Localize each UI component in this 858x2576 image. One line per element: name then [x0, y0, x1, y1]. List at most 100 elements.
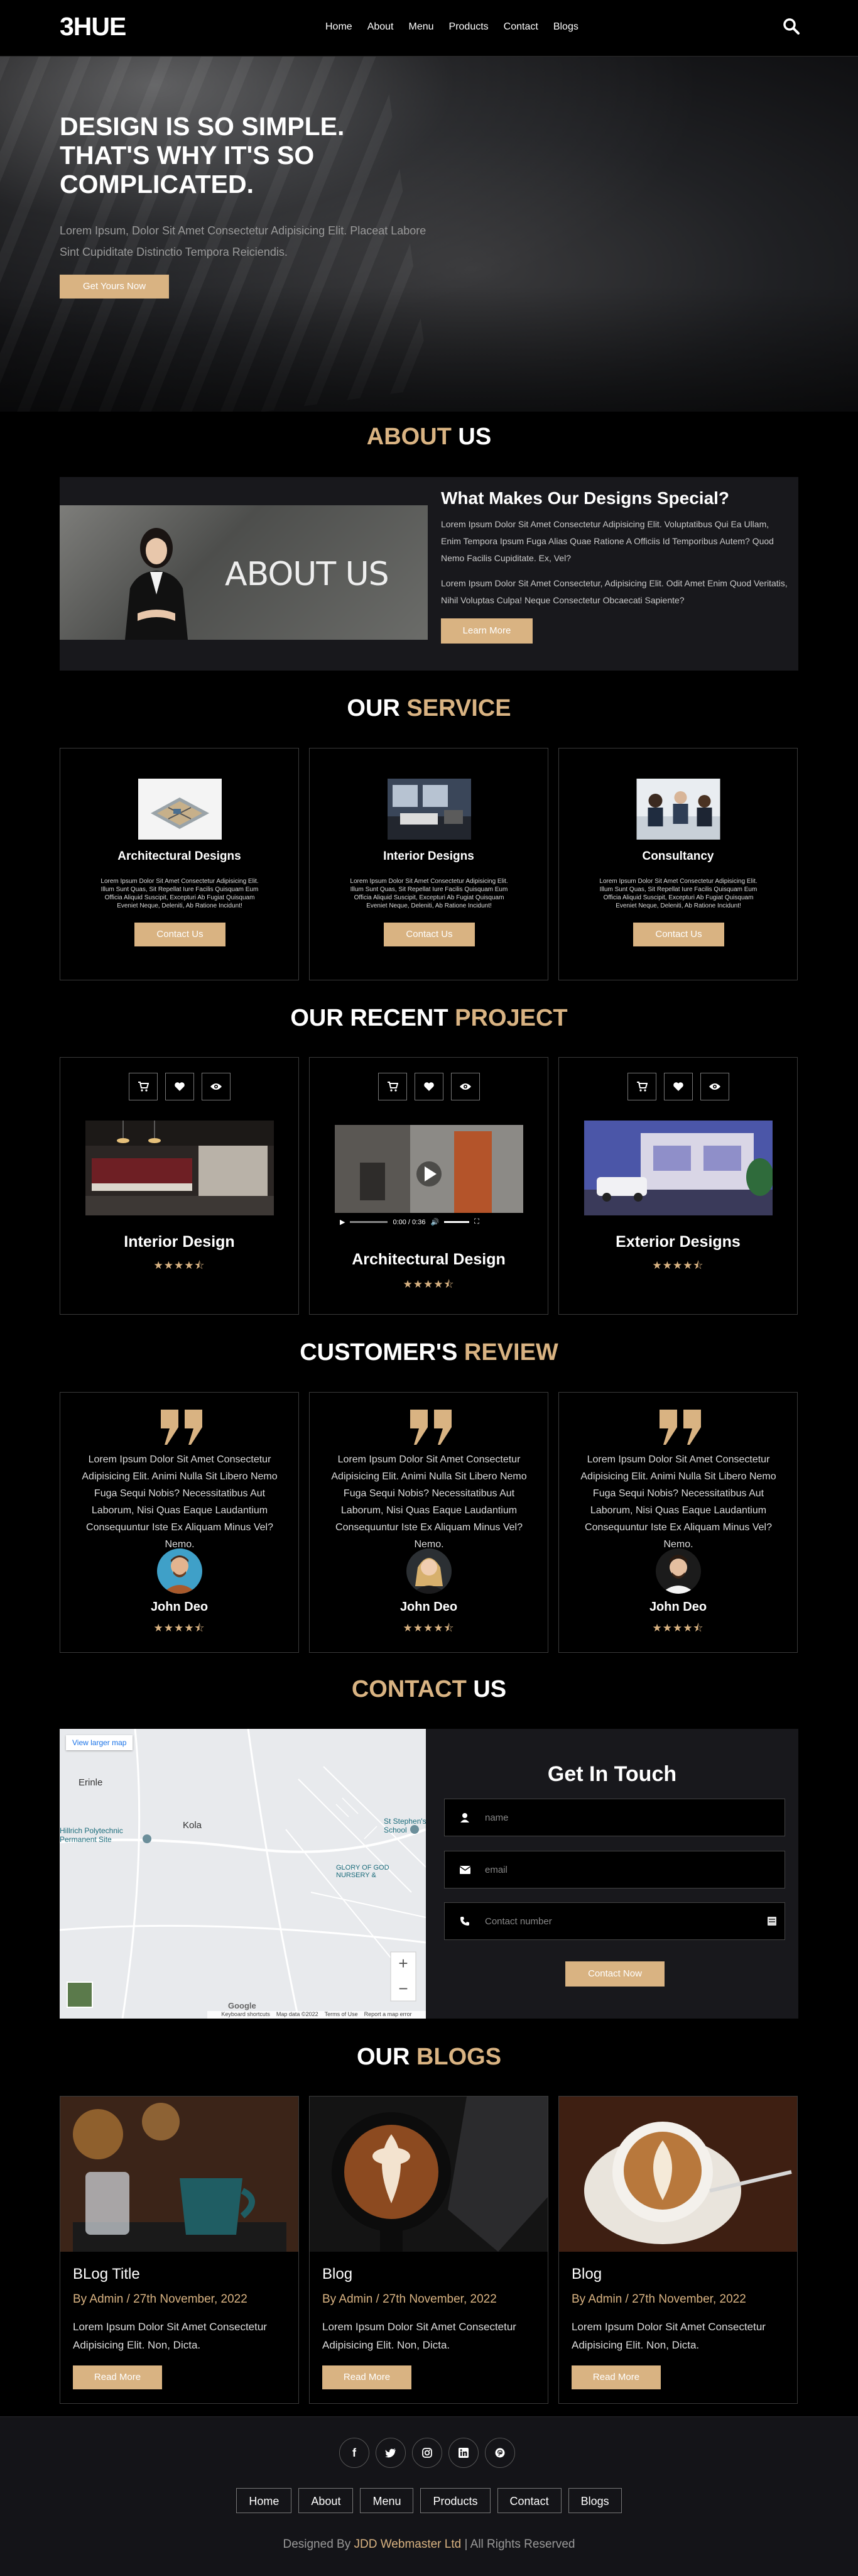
name-input[interactable] — [485, 1812, 785, 1823]
blog-meta: By Admin / 27th November, 2022 — [73, 2293, 247, 2306]
review-card: Lorem Ipsum Dolor Sit Amet Consectetur A… — [309, 1392, 548, 1653]
volume-icon[interactable]: 🔊 — [430, 1218, 439, 1226]
play-icon[interactable]: ▶ — [340, 1218, 345, 1226]
review-card: Lorem Ipsum Dolor Sit Amet Consectetur A… — [558, 1392, 798, 1653]
email-field[interactable] — [444, 1851, 785, 1888]
copyright: Designed By JDD Webmaster Ltd | All Righ… — [283, 2538, 575, 2551]
search-icon[interactable] — [783, 18, 800, 35]
nav-products[interactable]: Products — [449, 21, 489, 33]
rating-stars: ★★★★⯪ — [652, 1259, 704, 1271]
blog-title[interactable]: Blog — [572, 2266, 602, 2283]
project-video-player[interactable]: ▶ 0:00 / 0:36 🔊 ⛶ — [335, 1125, 523, 1231]
cart-icon[interactable] — [128, 1073, 158, 1100]
heart-icon[interactable] — [414, 1073, 443, 1100]
logo[interactable]: 3HUE — [60, 12, 126, 41]
blog-desc: Lorem Ipsum Dolor Sit Amet Consectetur A… — [572, 2321, 766, 2351]
contact-now-button[interactable]: Contact Now — [565, 1961, 665, 1987]
facebook-icon[interactable]: f — [339, 2438, 369, 2468]
contact-us-button[interactable]: Contact Us — [384, 923, 475, 946]
blog-card: BLog Title By Admin / 27th November, 202… — [60, 2096, 299, 2404]
hero-section: Design Is So Simple. That's Why It's So … — [0, 57, 858, 412]
linkedin-icon[interactable] — [448, 2438, 479, 2468]
heart-icon[interactable] — [165, 1073, 194, 1100]
map-terms[interactable]: Terms of Use — [325, 2011, 358, 2019]
designer-link[interactable]: JDD Webmaster Ltd — [354, 2538, 462, 2551]
email-input[interactable] — [485, 1864, 785, 1875]
quote-icon — [660, 1410, 701, 1445]
service-title-text: Consultancy — [642, 850, 714, 863]
footer-nav-products[interactable]: Products — [420, 2488, 491, 2513]
name-field[interactable] — [444, 1799, 785, 1836]
blog-title[interactable]: BLog Title — [73, 2266, 140, 2283]
google-logo: Google — [228, 2001, 256, 2010]
businesswoman-illustration — [125, 528, 188, 640]
service-desc: Lorem Ipsum Dolor Sit Amet Consectetur A… — [599, 878, 758, 909]
read-more-button[interactable]: Read More — [572, 2365, 661, 2389]
map-keyboard-shortcuts[interactable]: Keyboard shortcuts — [221, 2011, 270, 2019]
reviews-title: Customer's Review — [300, 1339, 558, 1366]
map-label: Erinle — [79, 1777, 103, 1788]
rating-stars: ★★★★⯪ — [403, 1278, 455, 1290]
eye-icon[interactable] — [201, 1073, 231, 1100]
project-title: Architectural Design — [352, 1251, 506, 1268]
heart-icon[interactable] — [663, 1073, 693, 1100]
blog-title[interactable]: Blog — [322, 2266, 352, 2283]
avatar — [406, 1548, 452, 1594]
svg-text:+: + — [398, 1954, 408, 1973]
phone-field[interactable] — [444, 1902, 785, 1940]
service-card: Consultancy Lorem Ipsum Dolor Sit Amet C… — [558, 748, 798, 980]
eye-icon[interactable] — [450, 1073, 480, 1100]
contact-card-icon[interactable] — [759, 1916, 785, 1926]
read-more-button[interactable]: Read More — [73, 2365, 162, 2389]
project-title: Interior Design — [124, 1233, 235, 1251]
footer-nav-contact[interactable]: Contact — [497, 2488, 562, 2513]
interior-room-image — [388, 779, 471, 840]
footer-nav-menu[interactable]: Menu — [360, 2488, 414, 2513]
avatar — [157, 1548, 202, 1594]
phone-input[interactable] — [485, 1916, 759, 1927]
about-text: What Makes Our Designs Special? Lorem Ip… — [441, 488, 790, 644]
projects-title: Our Recent Project — [290, 1005, 568, 1031]
video-seekbar[interactable] — [350, 1221, 388, 1223]
instagram-icon[interactable] — [412, 2438, 442, 2468]
cart-icon[interactable] — [627, 1073, 656, 1100]
reviewer-name: John Deo — [649, 1600, 707, 1614]
volume-slider[interactable] — [444, 1221, 470, 1223]
video-controls: ▶ 0:00 / 0:36 🔊 ⛶ — [335, 1213, 523, 1231]
map-label: Hillrich Polytechnic Permanent Site — [60, 1826, 123, 1844]
main-nav: Home About Menu Products Contact Blogs — [325, 21, 578, 33]
phone-icon — [445, 1916, 485, 1926]
cappuccino-image — [559, 2096, 797, 2252]
get-yours-button[interactable]: Get Yours Now — [60, 275, 169, 299]
project-actions — [559, 1073, 797, 1100]
interior-kitchen-image — [85, 1121, 274, 1215]
user-icon — [445, 1812, 485, 1822]
fullscreen-icon[interactable]: ⛶ — [474, 1218, 479, 1226]
map-report-error[interactable]: Report a map error — [364, 2011, 412, 2019]
read-more-button[interactable]: Read More — [322, 2365, 411, 2389]
nav-about[interactable]: About — [367, 21, 394, 33]
blog-desc: Lorem Ipsum Dolor Sit Amet Consectetur A… — [73, 2321, 267, 2351]
pinterest-icon[interactable] — [485, 2438, 515, 2468]
cart-icon[interactable] — [377, 1073, 407, 1100]
footer-nav: Home About Menu Products Contact Blogs — [0, 2488, 858, 2513]
footer-nav-home[interactable]: Home — [236, 2488, 292, 2513]
footer-nav-about[interactable]: About — [298, 2488, 354, 2513]
learn-more-button[interactable]: Learn More — [441, 618, 533, 644]
nav-blogs[interactable]: Blogs — [553, 21, 578, 33]
contact-us-button[interactable]: Contact Us — [134, 923, 225, 946]
footer-nav-blogs[interactable]: Blogs — [568, 2488, 622, 2513]
eye-icon[interactable] — [700, 1073, 729, 1100]
view-larger-map-link[interactable]: View larger map — [66, 1735, 133, 1750]
embedded-map[interactable]: + − View larger map Erinle Kola Hillrich… — [60, 1729, 426, 2019]
blog-meta: By Admin / 27th November, 2022 — [572, 2293, 746, 2306]
nav-menu[interactable]: Menu — [409, 21, 434, 33]
reviewer-name: John Deo — [150, 1600, 209, 1614]
nav-home[interactable]: Home — [325, 21, 352, 33]
hero-subtitle: Lorem Ipsum, Dolor Sit Amet Consectetur … — [60, 224, 426, 258]
blog-card: Blog By Admin / 27th November, 2022 Lore… — [558, 2096, 798, 2404]
consultancy-meeting-image — [636, 779, 720, 840]
twitter-icon[interactable] — [376, 2438, 406, 2468]
contact-us-button[interactable]: Contact Us — [633, 923, 724, 946]
nav-contact[interactable]: Contact — [504, 21, 538, 33]
